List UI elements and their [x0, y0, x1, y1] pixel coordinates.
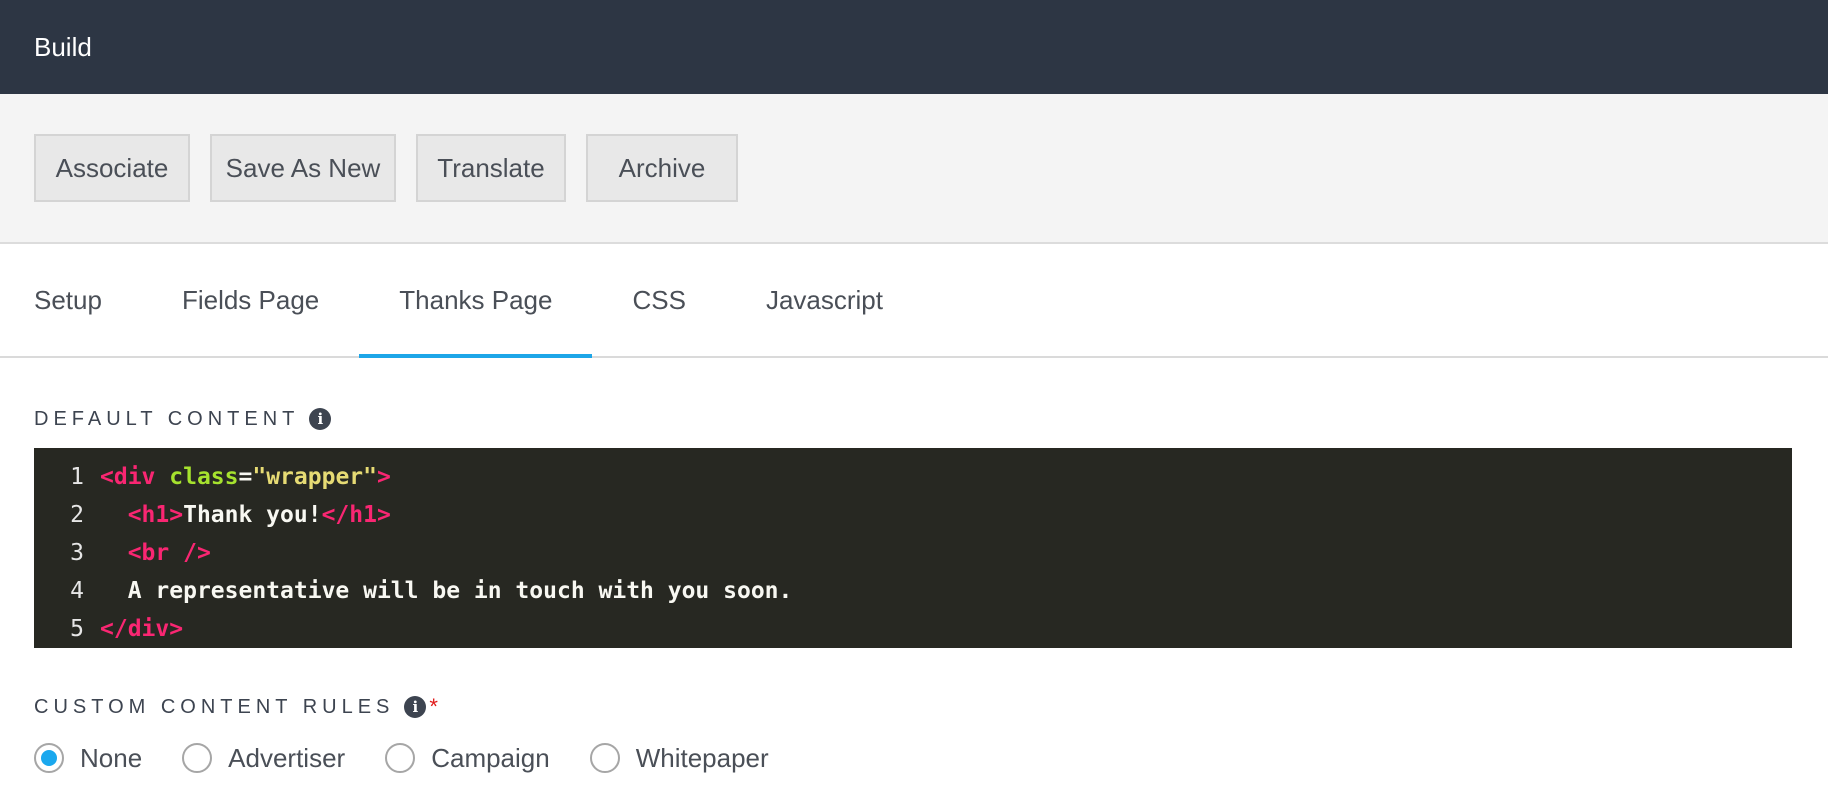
- custom-content-rules-heading: CUSTOM CONTENT RULES i *: [0, 692, 1828, 722]
- code-text: <div class="wrapper">: [100, 464, 391, 490]
- radio-button[interactable]: [182, 743, 213, 773]
- radio-button[interactable]: [589, 743, 620, 773]
- tab-bar: Setup Fields Page Thanks Page CSS Javasc…: [0, 244, 1828, 358]
- code-text: <br />: [127, 540, 211, 566]
- tab-javascript[interactable]: Javascript: [726, 244, 923, 356]
- top-bar: Build: [0, 0, 1828, 94]
- radio-advertiser[interactable]: Advertiser: [182, 743, 345, 774]
- radio-label: Campaign: [431, 742, 550, 773]
- tab-thanks-page[interactable]: Thanks Page: [359, 244, 593, 358]
- radio-button[interactable]: [385, 743, 416, 773]
- radio-label: None: [80, 742, 143, 773]
- associate-button[interactable]: Associate: [34, 134, 190, 202]
- radio-none[interactable]: None: [34, 743, 142, 774]
- radio-label: Advertiser: [228, 742, 346, 773]
- required-marker: *: [429, 694, 438, 719]
- code-text: A representative will be in touch with y…: [127, 578, 793, 604]
- line-number: 5: [70, 616, 84, 642]
- line-number: 1: [70, 464, 84, 490]
- line-number: 2: [70, 502, 84, 528]
- code-line: 3 <br />: [34, 534, 1792, 572]
- tab-css[interactable]: CSS: [592, 244, 725, 356]
- code-editor[interactable]: 1 <div class="wrapper"> 2 <h1>Thank you!…: [34, 448, 1792, 648]
- code-text: <h1>Thank you!</h1>: [127, 502, 391, 528]
- info-circle-icon[interactable]: i: [309, 408, 332, 430]
- radio-dot: [41, 750, 57, 766]
- translate-button[interactable]: Translate: [416, 134, 566, 202]
- action-toolbar: Associate Save As New Translate Archive: [0, 94, 1828, 244]
- radio-label: Whitepaper: [635, 742, 769, 773]
- tab-setup[interactable]: Setup: [34, 244, 142, 356]
- info-circle-icon[interactable]: i: [404, 696, 427, 718]
- line-number: 4: [70, 578, 84, 604]
- custom-content-rules-label: CUSTOM CONTENT RULES: [34, 695, 395, 718]
- code-line: 1 <div class="wrapper">: [34, 458, 1792, 496]
- line-number: 3: [70, 540, 84, 566]
- code-line: 4 A representative will be in touch with…: [34, 572, 1792, 610]
- save-as-new-button[interactable]: Save As New: [210, 134, 396, 202]
- default-content-label: DEFAULT CONTENT: [34, 407, 300, 430]
- custom-content-rules-options: None Advertiser Campaign Whitepaper: [0, 736, 1828, 780]
- code-line: 2 <h1>Thank you!</h1>: [34, 496, 1792, 534]
- radio-whitepaper[interactable]: Whitepaper: [589, 742, 769, 774]
- code-line: 5 </div>: [34, 610, 1792, 648]
- radio-campaign[interactable]: Campaign: [385, 743, 550, 774]
- radio-button-checked[interactable]: [34, 743, 64, 773]
- page-title: Build: [34, 31, 92, 62]
- code-text: </div>: [100, 616, 184, 642]
- tab-fields-page[interactable]: Fields Page: [142, 244, 359, 356]
- archive-button[interactable]: Archive: [586, 134, 738, 202]
- default-content-heading: DEFAULT CONTENT i: [0, 404, 1828, 434]
